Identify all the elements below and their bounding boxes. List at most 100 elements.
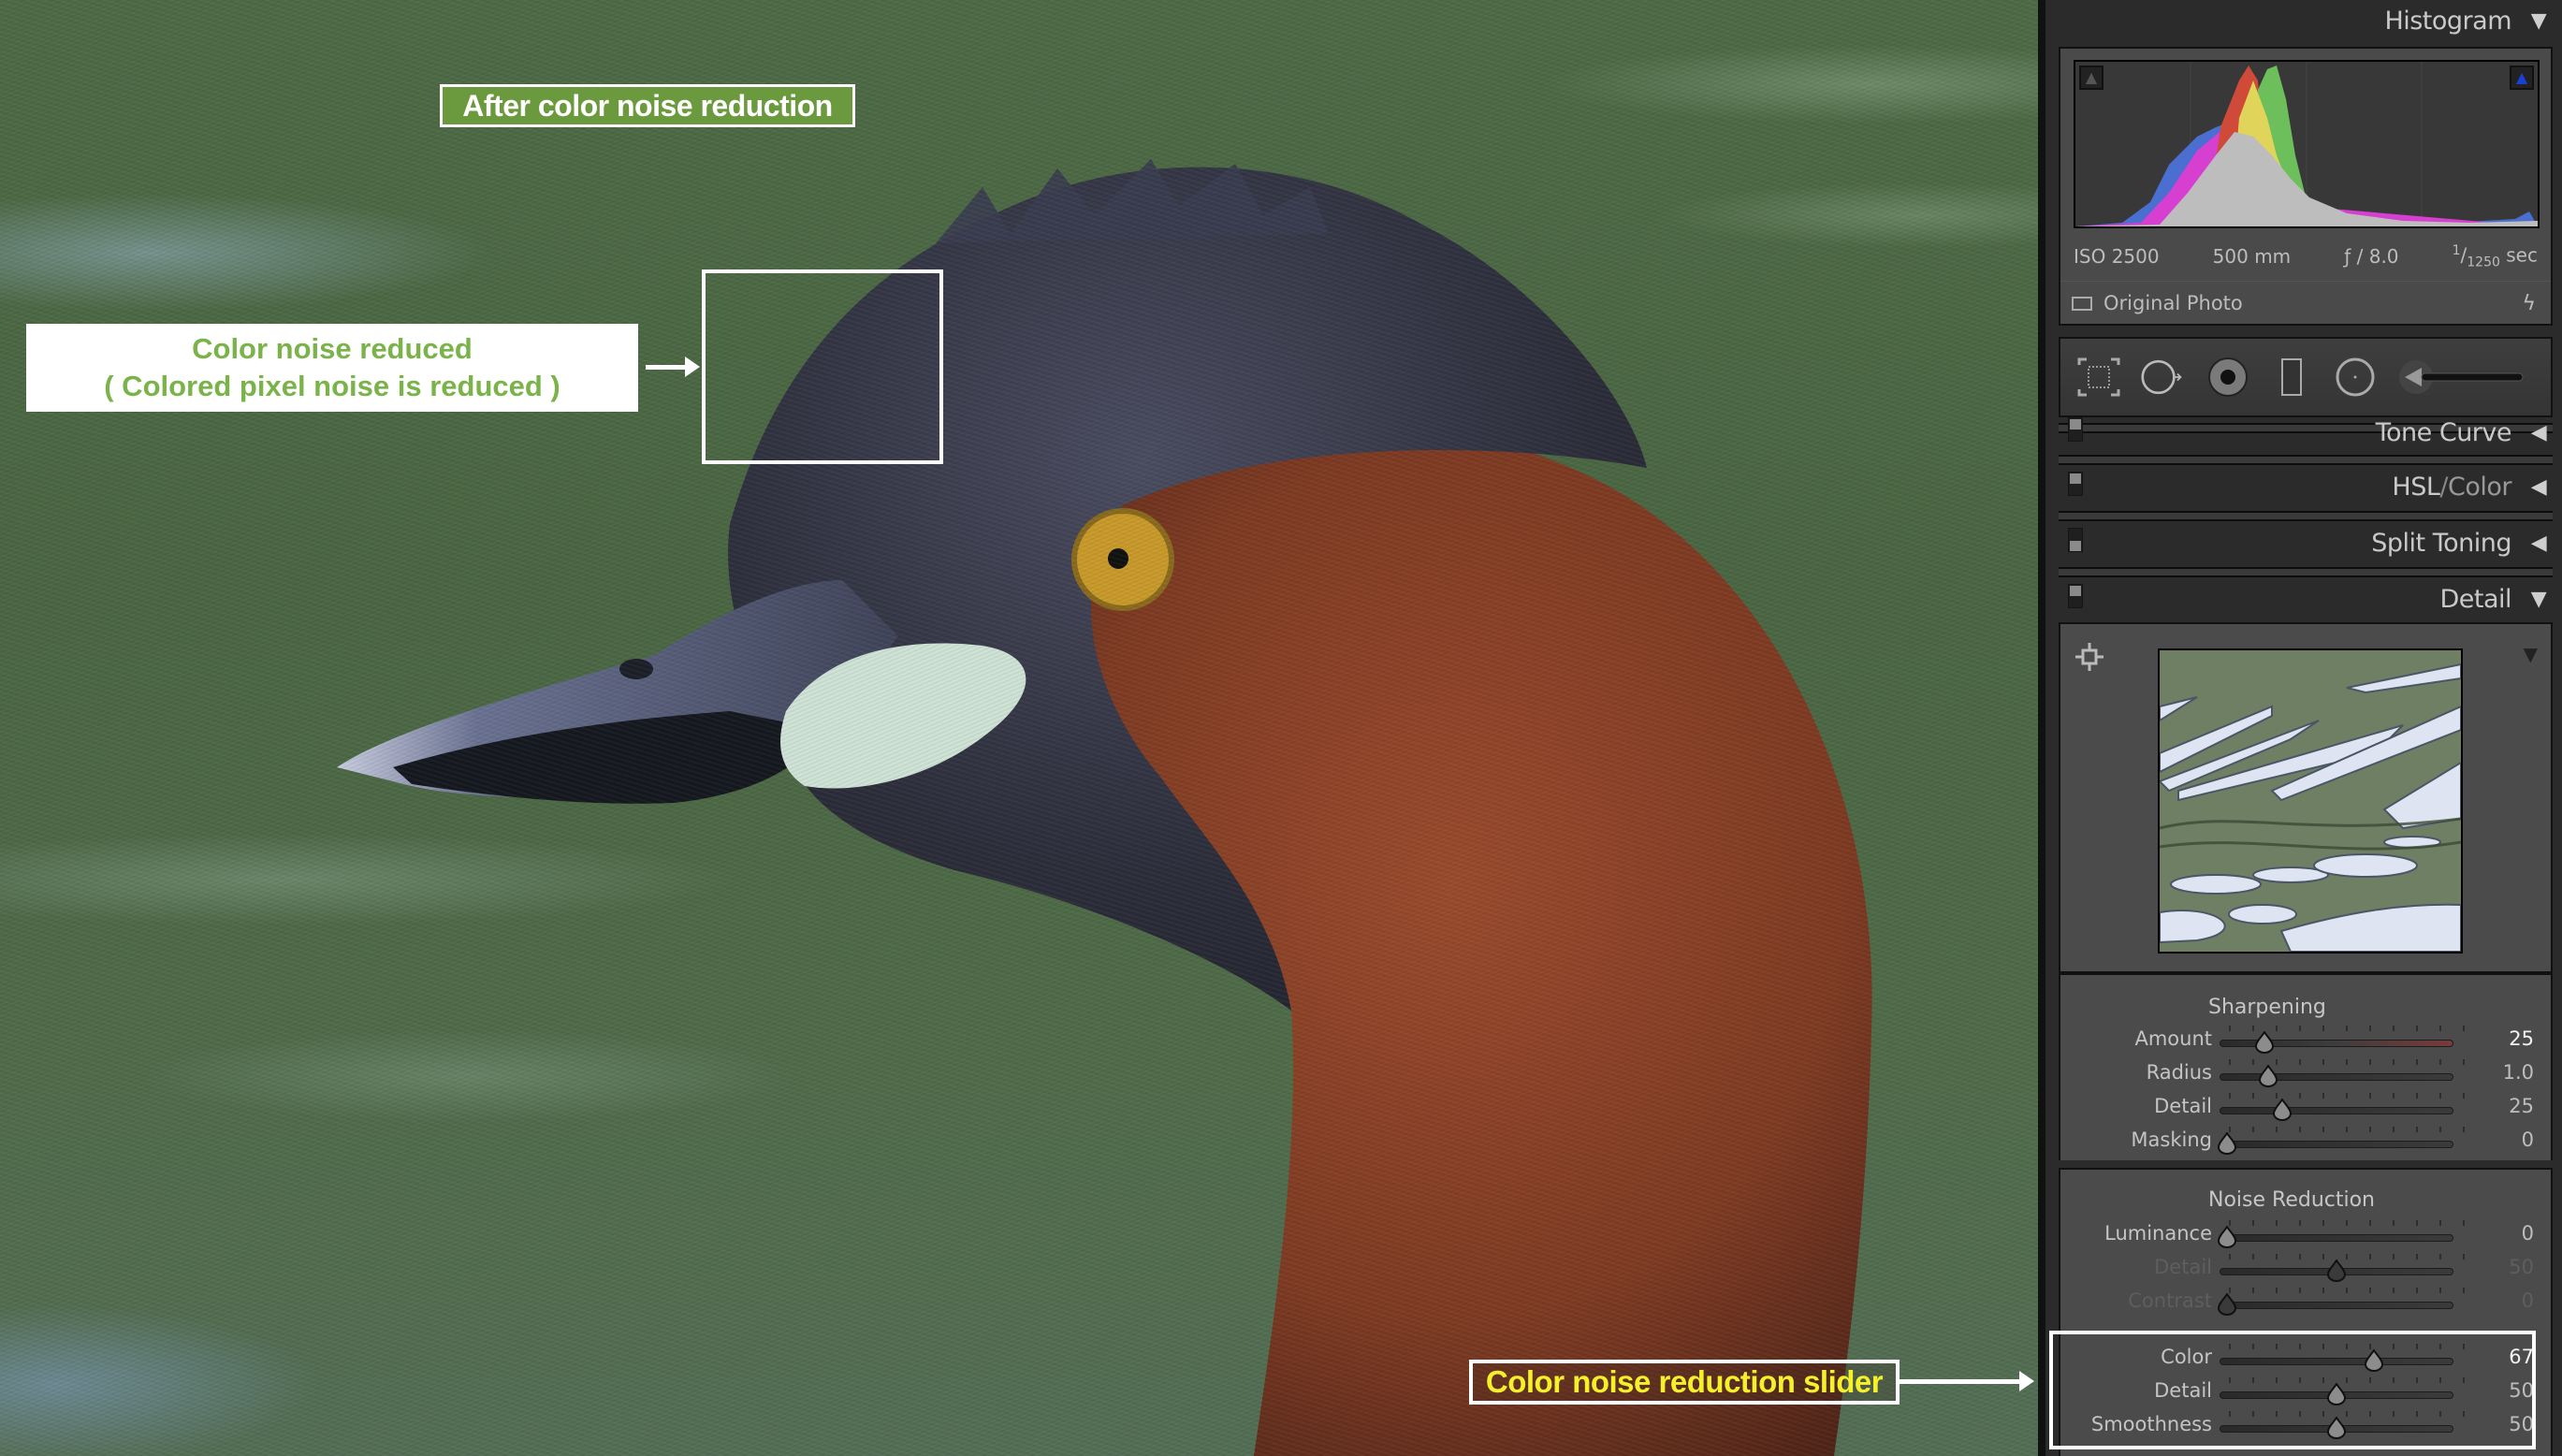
sharpening-group: Sharpening Amount 25 Radius 1.0 Detail 25 Mask…: [2059, 973, 2553, 1160]
section-enable-switch[interactable]: [2068, 528, 2083, 552]
annotation-line-2: ( Colored pixel noise is reduced ): [104, 370, 560, 402]
noise-reduction-title: Noise Reduction: [2208, 1188, 2375, 1212]
expand-triangle-left-icon[interactable]: ◀: [2528, 475, 2549, 499]
triangle-up-blue-icon: ▲: [2515, 68, 2528, 86]
slider-row-masking: Masking 0: [2060, 1125, 2551, 1158]
tool-strip: [2059, 337, 2553, 417]
original-photo-label: Original Photo: [2103, 292, 2243, 314]
slider-row-detail: Detail 25: [2060, 1091, 2551, 1125]
flash-icon: ϟ: [2522, 291, 2536, 315]
slider-label: Detail: [2154, 1095, 2212, 1117]
histogram-header[interactable]: Histogram ▼: [2059, 0, 2562, 45]
exif-iso: ISO 2500: [2074, 245, 2160, 268]
annotation-after-label: After color noise reduction: [440, 84, 855, 127]
slider-thumb[interactable]: [2326, 1382, 2347, 1405]
collapse-triangle-down-icon[interactable]: ▼: [2528, 9, 2549, 33]
slider-ticks: [2220, 1342, 2465, 1351]
slider-thumb[interactable]: [2326, 1259, 2347, 1282]
slider-thumb[interactable]: [2326, 1416, 2347, 1439]
slider-value[interactable]: 67: [2509, 1346, 2534, 1368]
slider-thumb[interactable]: [2259, 1064, 2278, 1087]
slider-row-radius: Radius 1.0: [2060, 1057, 2551, 1091]
expand-triangle-left-icon[interactable]: ◀: [2528, 421, 2549, 444]
slider-track[interactable]: [2220, 1141, 2453, 1148]
slider-value[interactable]: 0: [2522, 1289, 2534, 1312]
slider-value[interactable]: 0: [2522, 1222, 2534, 1245]
slider-label: Smoothness: [2090, 1413, 2212, 1435]
noise-reduction-group: Noise Reduction Luminance 0 Detail 50 Contra…: [2059, 1168, 2553, 1456]
slider-thumb[interactable]: [2217, 1225, 2237, 1248]
collapse-triangle-down-icon[interactable]: ▼: [2528, 588, 2549, 611]
slider-track[interactable]: [2220, 1302, 2453, 1309]
slider-track[interactable]: [2220, 1107, 2453, 1114]
slider-ticks: [2220, 1057, 2465, 1067]
slider-thumb[interactable]: [2254, 1030, 2274, 1054]
slider-label: Radius: [2146, 1061, 2212, 1084]
section-title: Tone Curve: [2375, 417, 2512, 447]
section-enable-switch[interactable]: [2068, 417, 2083, 442]
slider-value[interactable]: 50: [2509, 1379, 2534, 1402]
slider-thumb[interactable]: [2217, 1292, 2237, 1316]
slider-ticks: [2220, 1091, 2465, 1100]
slider-row-luminance: Luminance 0: [2060, 1218, 2551, 1252]
slider-label: Detail: [2154, 1256, 2212, 1278]
slider-value[interactable]: 1.0: [2503, 1061, 2534, 1084]
graduated-filter-icon[interactable]: [2270, 356, 2313, 399]
radial-filter-icon[interactable]: [2334, 356, 2377, 399]
slider-track[interactable]: [2220, 1234, 2453, 1242]
section-title: Split Toning: [2371, 528, 2511, 558]
histogram-curves: [2075, 62, 2538, 226]
exif-shutter: 1/1250 sec: [2452, 242, 2538, 270]
slider-label: Color: [2161, 1346, 2212, 1368]
develop-right-panel: Histogram ▼ ▲ ▲ ISO 2500 500 mm ƒ / 8.0 …: [2038, 0, 2562, 1456]
annotation-slider-callout: Color noise reduction slider: [1469, 1360, 1900, 1405]
slider-value[interactable]: 0: [2522, 1128, 2534, 1151]
section-title: HSL/Color: [2392, 472, 2511, 502]
exif-info: ISO 2500 500 mm ƒ / 8.0 1/1250 sec: [2074, 241, 2538, 271]
slider-value[interactable]: 25: [2509, 1027, 2534, 1050]
slider-thumb[interactable]: [2364, 1348, 2383, 1372]
original-photo-checkbox[interactable]: [2072, 296, 2092, 311]
arrow-right-icon: [646, 357, 700, 377]
slider-value[interactable]: 25: [2509, 1095, 2534, 1117]
section-header-detail[interactable]: Detail ▼: [2059, 575, 2562, 623]
slider-row-color: Color 67: [2060, 1342, 2551, 1376]
slider-row-smoothness: Smoothness 50: [2060, 1409, 2551, 1443]
focus-region-box: [702, 269, 943, 464]
crop-overlay-icon[interactable]: [2077, 356, 2120, 399]
section-enable-switch[interactable]: [2068, 584, 2083, 608]
slider-row-detail: Detail 50: [2060, 1376, 2551, 1409]
histogram-graph[interactable]: ▲ ▲: [2074, 60, 2540, 228]
slider-thumb[interactable]: [2217, 1131, 2237, 1155]
adjustment-brush-icon[interactable]: [2399, 356, 2530, 399]
triangle-up-icon: ▲: [2085, 68, 2098, 86]
slider-value[interactable]: 50: [2509, 1256, 2534, 1278]
section-header-tone-curve[interactable]: Tone Curve ◀: [2059, 408, 2562, 457]
slider-thumb[interactable]: [2272, 1098, 2292, 1121]
slider-track[interactable]: [2220, 1073, 2453, 1081]
spot-removal-icon[interactable]: [2141, 356, 2184, 399]
annotation-color-noise-reduced: Color noise reduced ( Colored pixel nois…: [26, 324, 638, 412]
slider-ticks: [2220, 1286, 2465, 1295]
section-header-hsl-color[interactable]: HSL/Color ◀: [2059, 462, 2562, 511]
slider-label: Contrast: [2128, 1289, 2212, 1312]
slider-track[interactable]: [2220, 1358, 2453, 1365]
section-enable-switch[interactable]: [2068, 472, 2083, 496]
detail-preview-panel: ▼: [2059, 622, 2553, 973]
section-header-split-toning[interactable]: Split Toning ◀: [2059, 518, 2562, 567]
expand-triangle-left-icon[interactable]: ◀: [2528, 531, 2549, 555]
red-eye-icon[interactable]: [2206, 356, 2249, 399]
slider-value[interactable]: 50: [2509, 1413, 2534, 1435]
histogram-panel: ▲ ▲ ISO 2500 500 mm ƒ / 8.0 1/1250 sec O…: [2059, 47, 2553, 326]
preview-menu-triangle-icon[interactable]: ▼: [2524, 643, 2538, 665]
shadow-clipping-button[interactable]: ▲: [2079, 66, 2103, 90]
highlight-clipping-button[interactable]: ▲: [2510, 66, 2534, 90]
target-crosshair-icon[interactable]: [2075, 643, 2103, 675]
annotation-line-1: Color noise reduced: [192, 332, 473, 365]
slider-row-contrast: Contrast 0: [2060, 1286, 2551, 1319]
section-title: Detail: [2439, 584, 2511, 614]
exif-focal-length: 500 mm: [2212, 245, 2292, 268]
detail-preview-image[interactable]: [2158, 648, 2463, 954]
slider-ticks: [2220, 1125, 2465, 1134]
exif-aperture: ƒ / 8.0: [2344, 245, 2399, 268]
